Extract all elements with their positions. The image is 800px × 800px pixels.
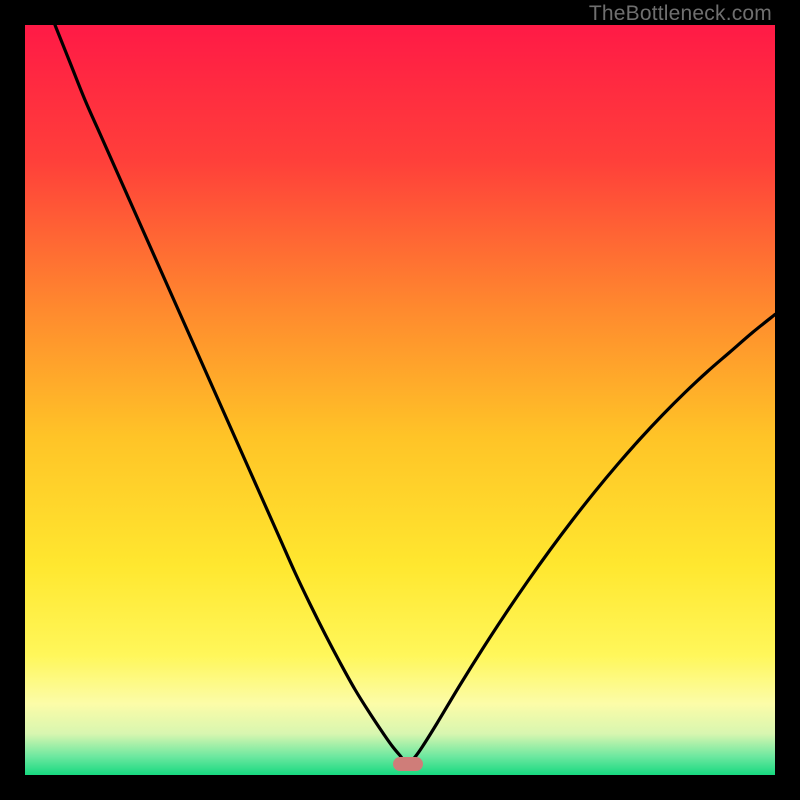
plot-area <box>25 25 775 775</box>
optimal-point-marker <box>393 757 423 771</box>
chart-frame: TheBottleneck.com <box>0 0 800 800</box>
watermark-text: TheBottleneck.com <box>589 2 772 26</box>
bottleneck-curve <box>25 25 775 775</box>
